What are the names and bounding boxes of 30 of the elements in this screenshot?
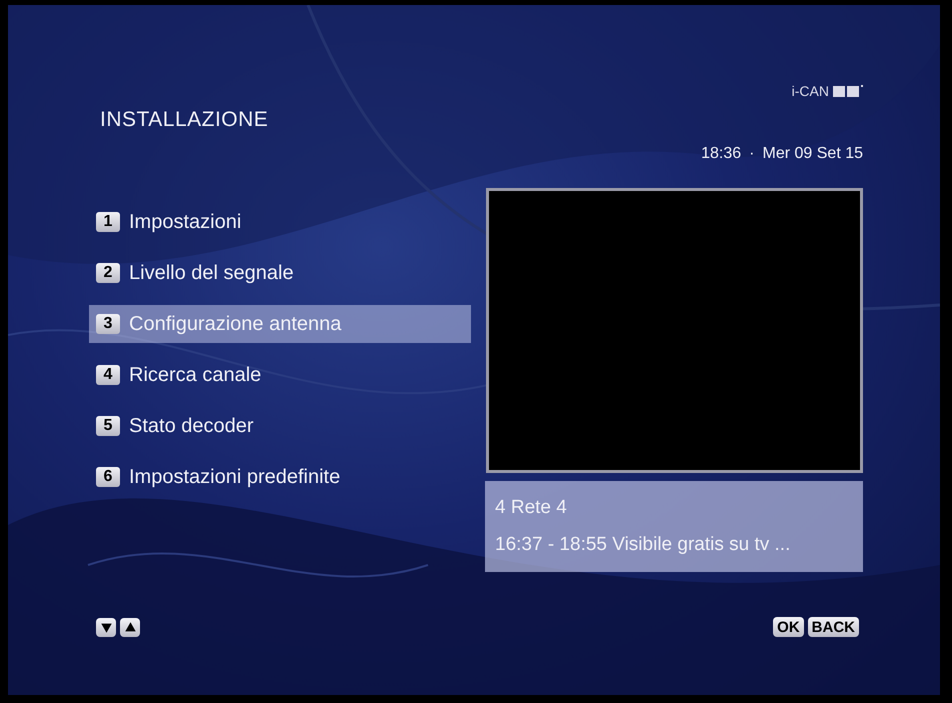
menu-item[interactable]: 5 Stato decoder [89, 407, 471, 445]
menu-label: Configurazione antenna [129, 312, 342, 336]
menu-label: Livello del segnale [129, 262, 294, 284]
menu-item[interactable]: 4 Ricerca canale [89, 356, 471, 394]
menu-label: Impostazioni predefinite [129, 466, 340, 488]
menu-label: Ricerca canale [129, 364, 262, 386]
number-key: 4 [96, 365, 120, 385]
date-text: Mer 09 Set 15 [762, 145, 863, 163]
number-key: 2 [96, 263, 120, 283]
clock-time: 18:36 [701, 145, 742, 163]
separator-dot: · [749, 145, 754, 163]
remote-key: OK [773, 617, 804, 637]
menu-label: Impostazioni [129, 210, 242, 234]
channel-name: 4 Rete 4 [495, 496, 568, 519]
menu-item[interactable]: 2 Livello del segnale [89, 254, 471, 292]
programme-info: 16:37 - 18:55 Visibile gratis su tv ... [495, 534, 792, 556]
menu-item[interactable]: 3 Configurazione antenna [89, 305, 471, 343]
up-arrow-key-icon [120, 618, 140, 636]
menu-item[interactable]: 1 Impostazioni [89, 203, 471, 241]
brand-logo: i-CAN [792, 83, 829, 99]
number-key: 5 [96, 416, 120, 436]
number-key: 1 [96, 212, 120, 232]
remote-key: BACK [808, 617, 859, 637]
down-arrow-key-icon [96, 618, 116, 636]
number-key: 3 [96, 314, 120, 334]
logo-squares-icon [833, 85, 863, 97]
screen-title: INSTALLAZIONE [100, 108, 268, 132]
menu-label: Stato decoder [129, 414, 254, 438]
menu-item[interactable]: 6 Impostazioni predefinite [89, 458, 471, 496]
number-key: 6 [96, 467, 120, 487]
